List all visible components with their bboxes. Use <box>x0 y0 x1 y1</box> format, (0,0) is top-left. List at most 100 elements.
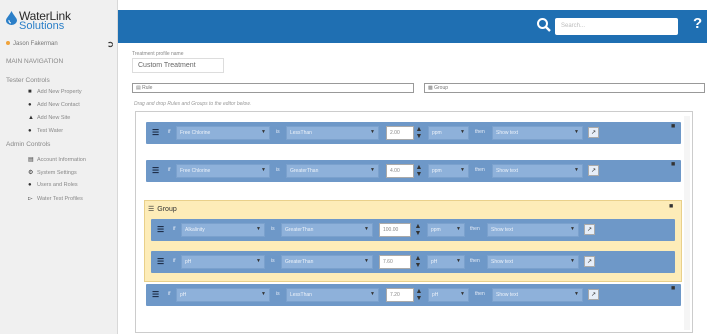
caret-down-icon: ▼ <box>460 167 465 173</box>
value-input[interactable]: 100.00 <box>379 223 411 237</box>
value-stepper[interactable]: ▲ ▼ <box>415 288 423 302</box>
unit-select[interactable]: pH ▼ <box>427 255 465 269</box>
drag-handle-icon[interactable]: ☰ <box>148 206 154 213</box>
caret-down-icon: ▼ <box>370 129 375 135</box>
sidebar-item-add-contact[interactable]: ● Add New Contact <box>28 102 80 108</box>
rule-row[interactable]: ☰ if Alkalinity ▼ is GreaterThan ▼ 100.00 … <box>151 219 675 241</box>
value-input[interactable]: 4.00 <box>386 164 414 178</box>
value-stepper[interactable]: ▲ ▼ <box>415 126 423 140</box>
sidebar-item-test-water[interactable]: ● Test Water <box>28 128 63 134</box>
delete-group-icon[interactable]: ■ <box>669 203 673 210</box>
value-input[interactable]: 7.60 <box>379 255 411 269</box>
action-select[interactable]: Show text ▼ <box>492 164 583 178</box>
operator-select[interactable]: GreaterThan ▼ <box>286 164 379 178</box>
if-label: if <box>173 258 176 264</box>
online-status-icon <box>6 41 10 46</box>
operator-select[interactable]: GreaterThan ▼ <box>281 223 373 237</box>
logout-icon[interactable]: ➲ <box>106 39 114 50</box>
sidebar-item-label: Users and Roles <box>37 182 78 188</box>
value-input[interactable]: 2.00 <box>386 126 414 140</box>
sidebar-item-label: Water Test Profiles <box>37 196 83 202</box>
sidebar-item-water-test-profiles[interactable]: ▻ Water Test Profiles <box>28 195 83 202</box>
sidebar-item-add-site[interactable]: ▲ Add New Site <box>28 115 70 121</box>
group-header[interactable]: ☰ Group <box>148 205 177 213</box>
operator-select[interactable]: LessThan ▼ <box>286 288 379 302</box>
delete-icon[interactable]: ■ <box>671 285 675 292</box>
drag-handle-icon[interactable]: ☰ <box>157 225 164 234</box>
caret-down-icon: ▼ <box>261 129 266 135</box>
value-stepper[interactable]: ▲ ▼ <box>415 164 423 178</box>
add-group-source[interactable]: ▩ Group <box>424 83 705 93</box>
sidebar-item-account-info[interactable]: ▤ Account Information <box>28 156 86 163</box>
parameter-select[interactable]: pH ▼ <box>176 288 270 302</box>
parameter-select[interactable]: Free Chlorine ▼ <box>176 126 270 140</box>
open-editor-icon[interactable]: ↗ <box>588 127 599 138</box>
parameter-select[interactable]: pH ▼ <box>181 255 265 269</box>
sidebar-item-add-property[interactable]: ■ Add New Property <box>28 89 82 95</box>
then-label: then <box>475 167 485 173</box>
open-editor-icon[interactable]: ↗ <box>588 289 599 300</box>
user-name: Jason Fakerman <box>13 41 58 47</box>
caret-down-icon: ▼ <box>570 258 575 264</box>
sidebar-item-users-roles[interactable]: ● Users and Roles <box>28 182 78 188</box>
site-icon: ▲ <box>28 115 34 121</box>
caret-down-icon: ▼ <box>456 258 461 264</box>
profile-name-input[interactable]: Custom Treatment <box>132 58 224 73</box>
caret-down-icon: ▼ <box>261 291 266 297</box>
then-label: then <box>470 226 480 232</box>
search-input[interactable]: Search... <box>555 18 678 35</box>
help-icon[interactable]: ? <box>693 15 702 32</box>
parameter-select[interactable]: Free Chlorine ▼ <box>176 164 270 178</box>
is-label: is <box>276 167 280 173</box>
unit-select[interactable]: ppm ▼ <box>428 126 469 140</box>
sidebar-item-system-settings[interactable]: ⚙ System Settings <box>28 169 77 176</box>
value-stepper[interactable]: ▲ ▼ <box>414 255 422 269</box>
rule-editor[interactable]: ☰ if Free Chlorine ▼ is LessThan ▼ 2.00 ▲ ▼… <box>135 111 693 333</box>
drag-handle-icon[interactable]: ☰ <box>152 166 159 175</box>
action-select[interactable]: Show text ▼ <box>492 288 583 302</box>
sidebar-item-label: Test Water <box>37 128 64 134</box>
unit-select[interactable]: ppm ▼ <box>428 164 469 178</box>
rule-icon: ▤ <box>136 85 141 91</box>
delete-icon[interactable]: ■ <box>671 161 675 168</box>
rule-group[interactable]: ☰ Group ■ ☰ if Alkalinity ▼ is GreaterThan… <box>144 200 682 282</box>
add-rule-source[interactable]: ▤ Rule <box>132 83 414 93</box>
operator-select[interactable]: LessThan ▼ <box>286 126 379 140</box>
drag-handle-icon[interactable]: ☰ <box>157 257 164 266</box>
profile-name-label: Treatment profile name <box>132 51 184 57</box>
operator-select[interactable]: GreaterThan ▼ <box>281 255 373 269</box>
user-icon: ● <box>28 102 32 108</box>
rule-row[interactable]: ☰ if Free Chlorine ▼ is LessThan ▼ 2.00 ▲ ▼… <box>146 122 681 144</box>
is-label: is <box>271 226 275 232</box>
rule-row[interactable]: ☰ if pH ▼ is LessThan ▼ 7.20 ▲ ▼ pH ▼ then S… <box>146 284 681 306</box>
unit-select[interactable]: pH ▼ <box>428 288 469 302</box>
rule-row[interactable]: ☰ if Free Chlorine ▼ is GreaterThan ▼ 4.00… <box>146 160 681 182</box>
sidebar-item-label: Account Information <box>37 157 86 163</box>
caret-down-icon: ▼ <box>574 129 579 135</box>
editor-scrollbar[interactable] <box>684 116 690 330</box>
user-info: Jason Fakerman ➲ <box>6 39 114 51</box>
unit-select[interactable]: ppm ▼ <box>427 223 465 237</box>
sidebar-item-label: System Settings <box>37 170 77 176</box>
open-editor-icon[interactable]: ↗ <box>584 224 595 235</box>
action-select[interactable]: Show text ▼ <box>487 223 579 237</box>
action-select[interactable]: Show text ▼ <box>492 126 583 140</box>
caret-down-icon: ▼ <box>261 167 266 173</box>
add-group-label: Group <box>434 85 449 91</box>
logo-text-bottom: Solutions <box>19 20 65 32</box>
open-editor-icon[interactable]: ↗ <box>588 165 599 176</box>
sidebar: WaterLink Solutions Jason Fakerman ➲ MAI… <box>0 0 118 334</box>
rule-row[interactable]: ☰ if pH ▼ is GreaterThan ▼ 7.60 ▲ ▼ pH ▼ the… <box>151 251 675 273</box>
value-stepper[interactable]: ▲ ▼ <box>414 223 422 237</box>
logo[interactable]: WaterLink Solutions <box>6 7 116 35</box>
open-editor-icon[interactable]: ↗ <box>584 256 595 267</box>
delete-icon[interactable]: ■ <box>671 123 675 130</box>
drag-handle-icon[interactable]: ☰ <box>152 128 159 137</box>
value-input[interactable]: 7.20 <box>386 288 414 302</box>
add-rule-label: Rule <box>142 85 153 91</box>
parameter-select[interactable]: Alkalinity ▼ <box>181 223 265 237</box>
drag-handle-icon[interactable]: ☰ <box>152 290 159 299</box>
search-icon[interactable] <box>536 17 552 33</box>
caret-down-icon: ▼ <box>460 291 465 297</box>
action-select[interactable]: Show text ▼ <box>487 255 579 269</box>
